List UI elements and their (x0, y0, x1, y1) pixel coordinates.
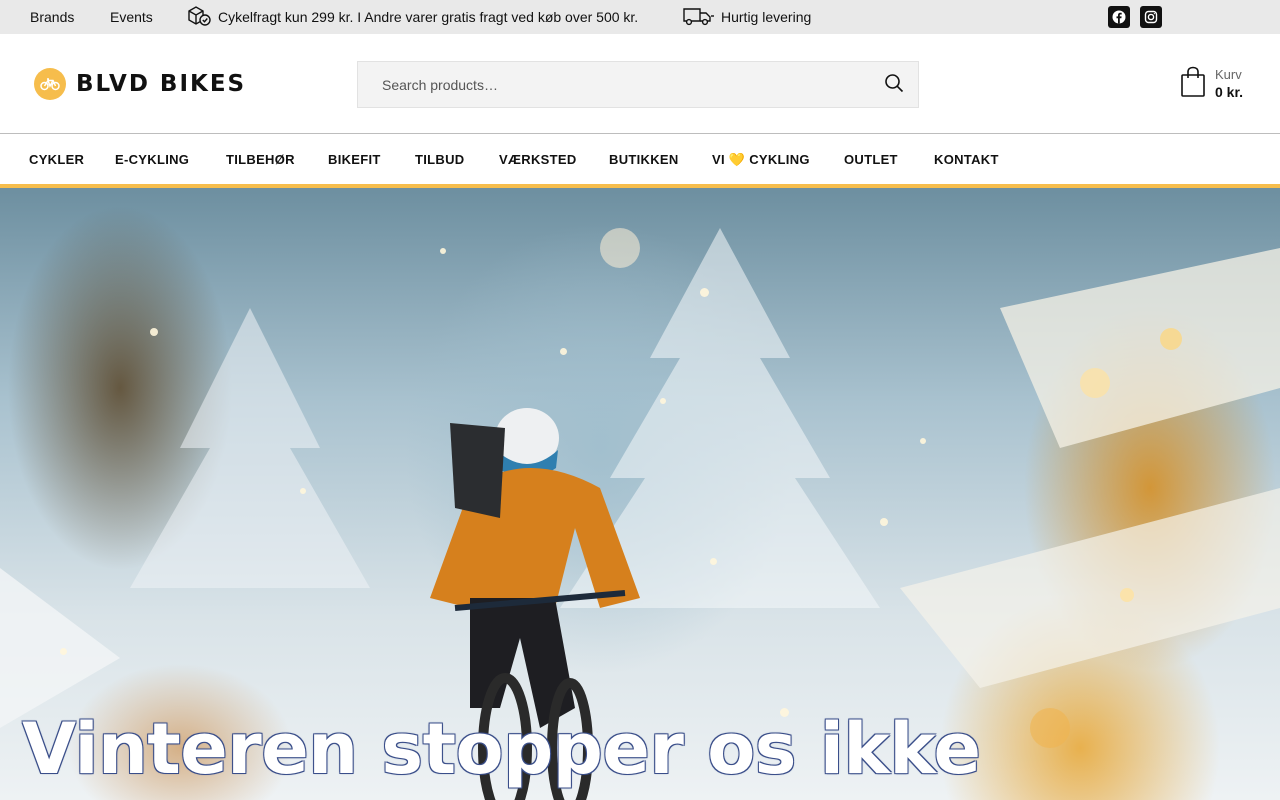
shopping-bag-icon (1180, 66, 1206, 103)
nav-item-butikken[interactable]: BUTIKKEN (609, 152, 679, 167)
hero-title: Vinteren stopper os ikke (22, 708, 981, 790)
cart-label: Kurv (1215, 67, 1242, 82)
nav-item-tilbehor[interactable]: TILBEHØR (226, 152, 295, 167)
hero-banner[interactable]: Vinteren stopper os ikke (0, 188, 1280, 800)
shipping-info-text: Cykelfragt kun 299 kr. I Andre varer gra… (218, 9, 639, 25)
bike-logo-icon (34, 68, 66, 100)
top-bar: Brands Events Cykelfragt kun 299 kr. I A… (0, 0, 1280, 34)
nav-item-outlet[interactable]: OUTLET (844, 152, 898, 167)
nav-item-bikefit[interactable]: BIKEFIT (328, 152, 381, 167)
shipping-info: Cykelfragt kun 299 kr. I Andre varer gra… (187, 5, 638, 29)
search-input[interactable] (358, 62, 858, 107)
search-button[interactable] (882, 73, 906, 97)
logo-text: BLVD BIKES (76, 71, 247, 97)
cart[interactable]: Kurv 0 kr. (1180, 66, 1243, 103)
cart-total: 0 kr. (1215, 84, 1244, 100)
nav-item-e-cykling[interactable]: E-CYKLING (115, 152, 189, 167)
events-link[interactable]: Events (110, 9, 153, 25)
delivery-info-text: Hurtig levering (721, 9, 812, 25)
instagram-icon[interactable] (1140, 6, 1162, 28)
delivery-info: Hurtig levering (682, 5, 811, 29)
nav-item-cykler[interactable]: CYKLER (29, 152, 84, 167)
nav-item-tilbud[interactable]: TILBUD (415, 152, 464, 167)
facebook-icon[interactable] (1108, 6, 1130, 28)
nav-item-kontakt[interactable]: KONTAKT (934, 152, 999, 167)
box-check-icon (187, 5, 218, 30)
search-bar (357, 61, 919, 108)
search-icon (884, 73, 904, 98)
nav-item-vaerksted[interactable]: VÆRKSTED (499, 152, 577, 167)
delivery-truck-icon (682, 5, 721, 30)
nav-item-vi-elsker-cykling[interactable]: VI 💛 CYKLING (712, 152, 810, 168)
site-header: BLVD BIKES Kurv 0 kr. (0, 34, 1280, 134)
site-logo[interactable]: BLVD BIKES (34, 68, 246, 100)
brands-link[interactable]: Brands (30, 9, 74, 25)
main-nav: CYKLER E-CYKLING TILBEHØR BIKEFIT TILBUD… (0, 135, 1280, 185)
